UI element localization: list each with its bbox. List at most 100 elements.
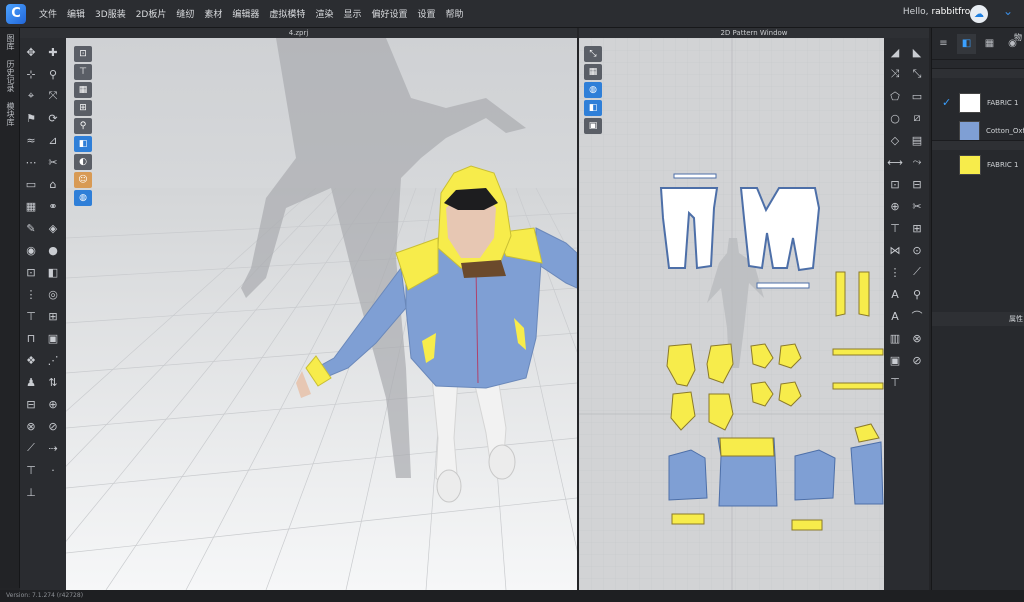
cloud-sync-icon[interactable]: ☁: [970, 5, 988, 23]
link-icon[interactable]: ⚭: [43, 196, 63, 216]
fold-arrange-icon[interactable]: ⌒: [907, 306, 927, 326]
menu-edit[interactable]: 编辑: [67, 7, 85, 20]
hem-band-piece-2[interactable]: [791, 519, 823, 531]
lock-icon[interactable]: ⊡: [21, 262, 41, 282]
puckering-icon[interactable]: ⊓: [21, 328, 41, 348]
topstitch-icon[interactable]: ⋰: [43, 350, 63, 370]
strain-icon[interactable]: ⊗: [21, 416, 41, 436]
mesh-display-icon[interactable]: ⊞: [74, 100, 92, 116]
button-tab-icon[interactable]: ▦: [980, 34, 999, 54]
tab-library[interactable]: 图库: [5, 34, 16, 50]
internal-line-icon[interactable]: ⧄: [907, 108, 927, 128]
button-hole-icon[interactable]: ⊙: [907, 240, 927, 260]
clearance-icon[interactable]: ⊘: [43, 416, 63, 436]
belt-loop-piece[interactable]: [756, 282, 810, 289]
sleeve-left-piece[interactable]: [668, 449, 708, 501]
sew-icon[interactable]: ⋯: [21, 152, 41, 172]
band-piece-2[interactable]: [832, 382, 884, 390]
menu-settings[interactable]: 设置: [417, 7, 435, 20]
tab-modules[interactable]: 模块库: [5, 102, 16, 126]
shirring-icon[interactable]: ⊘: [907, 350, 927, 370]
zoom-tool-icon[interactable]: ⊕: [885, 196, 905, 216]
rectangle-icon[interactable]: ▭: [907, 86, 927, 106]
fold-icon[interactable]: ⟳: [43, 108, 63, 128]
circle-tool-icon[interactable]: ○: [885, 108, 905, 128]
button-icon[interactable]: ◎: [43, 284, 63, 304]
scissors-icon[interactable]: ✂: [43, 152, 63, 172]
list-view-icon[interactable]: ≡: [934, 34, 953, 54]
transform-pattern-icon[interactable]: ◢: [885, 42, 905, 62]
texture-icon[interactable]: ❖: [21, 350, 41, 370]
menu-file[interactable]: 文件: [39, 7, 57, 20]
pattern-texture-icon[interactable]: ▣: [584, 118, 602, 134]
menu-sewing[interactable]: 缝纫: [176, 7, 194, 20]
hem-band-piece-1[interactable]: [671, 513, 705, 525]
segment-sew-icon[interactable]: ⟷: [885, 152, 905, 172]
pattern-globe-icon[interactable]: ◍: [584, 82, 602, 98]
fabric-display-icon[interactable]: ◧: [74, 136, 92, 152]
menu-editor[interactable]: 编辑器: [232, 7, 259, 20]
pose-icon[interactable]: ⇅: [43, 372, 63, 392]
avatar-display-icon[interactable]: ⊡: [74, 46, 92, 62]
shirt-icon[interactable]: ⊤: [21, 306, 41, 326]
menu-display[interactable]: 显示: [343, 7, 361, 20]
menu-render[interactable]: 渲染: [315, 7, 333, 20]
grid-icon[interactable]: ▦: [21, 196, 41, 216]
menu-materials[interactable]: 素材: [204, 7, 222, 20]
symmetry-icon[interactable]: ⊗: [907, 328, 927, 348]
graphic-2d-icon[interactable]: ▣: [885, 350, 905, 370]
waistband-piece[interactable]: [673, 173, 717, 179]
dart-icon[interactable]: ◇: [885, 130, 905, 150]
tack-icon[interactable]: ⚑: [21, 108, 41, 128]
tshirt-2d-icon[interactable]: ⊤: [885, 372, 905, 392]
tape-icon[interactable]: ▭: [21, 174, 41, 194]
avatar-icon[interactable]: ♟: [21, 372, 41, 392]
menu-3d-garment[interactable]: 3D服装: [95, 7, 126, 20]
steam-icon[interactable]: ≈: [21, 130, 41, 150]
pattern-display-icon[interactable]: ⤡: [584, 46, 602, 62]
seam-allowance-icon[interactable]: ⊞: [907, 218, 927, 238]
size-icon[interactable]: ⊟: [21, 394, 41, 414]
fabric-item-1[interactable]: ✓ FABRIC 1: [932, 92, 1024, 114]
tab-history[interactable]: 历史记录: [5, 60, 16, 92]
menu-avatar[interactable]: 虚拟模特: [269, 7, 305, 20]
fit-map-icon[interactable]: ⊕: [43, 394, 63, 414]
cuff-piece-1[interactable]: [835, 271, 846, 317]
edit-curve-icon[interactable]: ⤨: [885, 64, 905, 84]
pin-display-icon[interactable]: ⚲: [74, 118, 92, 134]
garment-display-icon[interactable]: ⊤: [74, 64, 92, 80]
edit-point-icon[interactable]: ◣: [907, 42, 927, 62]
2d-pattern-viewport[interactable]: ⤡ ▦ ◍ ◧ ▣: [579, 38, 884, 590]
graphic-icon[interactable]: ▣: [43, 328, 63, 348]
shirt-fold-icon[interactable]: ⊥: [21, 482, 41, 502]
cuff-piece-2[interactable]: [858, 271, 870, 317]
notch-icon[interactable]: ⊤: [885, 218, 905, 238]
add-point-icon[interactable]: ⤡: [907, 64, 927, 84]
chevron-down-icon[interactable]: ⌄: [998, 4, 1018, 24]
menu-2d-pattern[interactable]: 2D板片: [136, 7, 167, 20]
menu-help[interactable]: 帮助: [446, 7, 464, 20]
pen-icon[interactable]: ✎: [21, 218, 41, 238]
menu-preferences[interactable]: 偏好设置: [371, 7, 407, 20]
cut-tool-icon[interactable]: ✂: [907, 196, 927, 216]
avatar-skin-icon[interactable]: ☺: [74, 172, 92, 188]
arrow-icon[interactable]: ⇢: [43, 438, 63, 458]
needle-icon[interactable]: ⟋: [21, 438, 41, 458]
diamond-icon[interactable]: ◈: [43, 218, 63, 238]
pattern-grid-icon[interactable]: ▦: [584, 64, 602, 80]
zipper-icon[interactable]: ⋮: [21, 284, 41, 304]
fabric-item-3[interactable]: FABRIC 1: [932, 154, 1024, 176]
text-alt-icon[interactable]: A: [885, 306, 905, 326]
app-logo-icon[interactable]: C: [6, 3, 26, 24]
check-sew-icon[interactable]: ⊡: [885, 174, 905, 194]
select-move-icon[interactable]: ✥: [21, 42, 41, 62]
back-pants-piece[interactable]: [739, 187, 821, 272]
trim-icon[interactable]: ⊞: [43, 306, 63, 326]
pattern-fabric-icon[interactable]: ◧: [584, 100, 602, 116]
measure-icon[interactable]: ⊿: [43, 130, 63, 150]
eye-icon[interactable]: ◉: [21, 240, 41, 260]
globe-icon[interactable]: ◍: [74, 190, 92, 206]
marker-icon[interactable]: ▥: [885, 328, 905, 348]
pin-icon[interactable]: ⚲: [43, 64, 63, 84]
fabric-tab-icon[interactable]: ◧: [957, 33, 976, 54]
